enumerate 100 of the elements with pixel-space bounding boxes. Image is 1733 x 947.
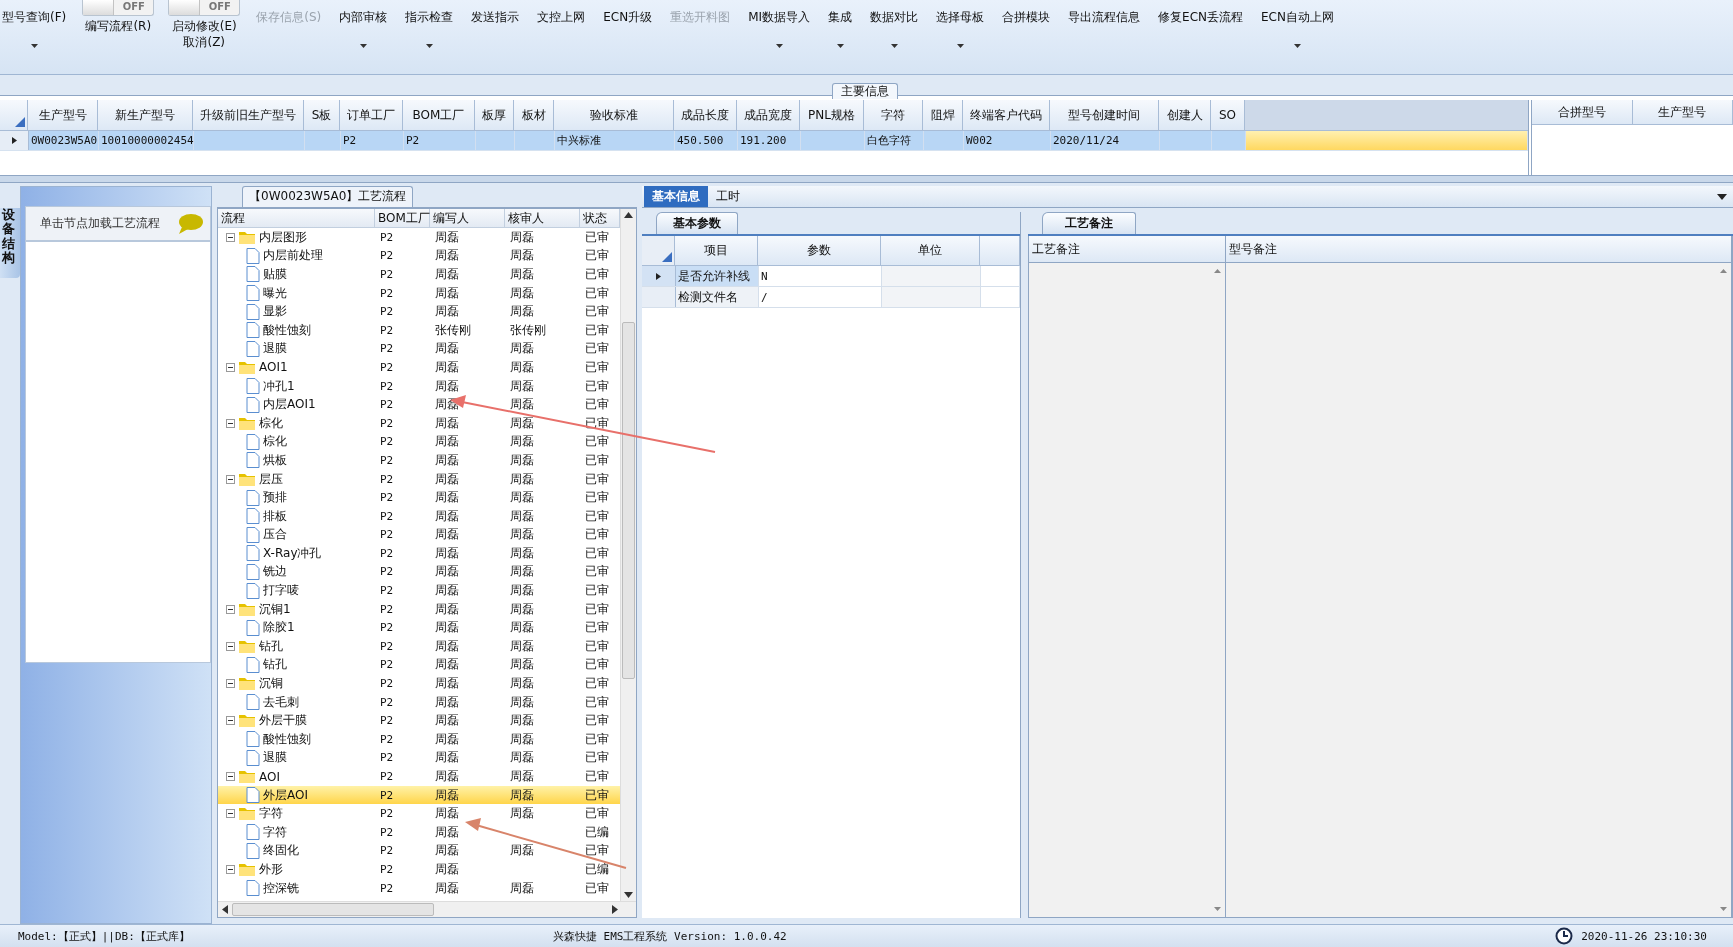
scroll-left-icon[interactable] bbox=[222, 905, 228, 914]
tree-row[interactable]: 外层干膜 P2 周磊 周磊 已审 bbox=[218, 711, 620, 731]
column-header[interactable]: 订单工厂 bbox=[340, 100, 403, 130]
column-header[interactable]: 成品长度 bbox=[674, 100, 737, 130]
toolbar-button[interactable]: 型号查询(F) bbox=[0, 9, 69, 25]
node-list[interactable] bbox=[25, 241, 211, 663]
tree-row[interactable]: 棕化 P2 周磊 周磊 已审 bbox=[218, 432, 620, 452]
focused-cell[interactable] bbox=[1246, 131, 1528, 150]
tree-row[interactable]: 除胶1 P2 周磊 周磊 已审 bbox=[218, 618, 620, 638]
toolbar-button[interactable]: 启动修改(E) bbox=[169, 18, 239, 34]
scrollbar[interactable] bbox=[620, 209, 636, 901]
tree-row[interactable]: 冲孔1 P2 周磊 周磊 已审 bbox=[218, 376, 620, 396]
tree-row[interactable]: 铣边 P2 周磊 周磊 已审 bbox=[218, 562, 620, 582]
tab[interactable]: 基本参数 bbox=[656, 212, 738, 234]
tree-row[interactable]: 棕化 P2 周磊 周磊 已审 bbox=[218, 413, 620, 433]
column-header[interactable]: 编写人 bbox=[430, 209, 505, 227]
tree-row[interactable]: X-Ray冲孔 P2 周磊 周磊 已审 bbox=[218, 544, 620, 563]
tree-row[interactable]: 钻孔 P2 周磊 周磊 已审 bbox=[218, 655, 620, 675]
tree-row[interactable]: 酸性蚀刻 P2 周磊 周磊 已审 bbox=[218, 730, 620, 749]
collapse-icon[interactable] bbox=[226, 772, 235, 781]
table-row[interactable]: 检测文件名 / bbox=[642, 287, 1020, 308]
toolbar-button[interactable]: ECN升级 bbox=[601, 9, 655, 25]
column-header[interactable]: 升级前旧生产型号 bbox=[193, 100, 304, 130]
column-header[interactable]: 板厚 bbox=[475, 100, 514, 130]
collapse-icon[interactable] bbox=[226, 418, 235, 428]
caret-icon[interactable] bbox=[890, 44, 898, 48]
column-header[interactable]: BOM工厂 bbox=[403, 100, 475, 130]
column-header[interactable]: 生产型号 bbox=[28, 100, 98, 130]
toolbar-button[interactable]: 取消(Z) bbox=[181, 34, 228, 50]
caret-icon[interactable] bbox=[956, 44, 964, 48]
collapse-icon[interactable] bbox=[226, 641, 235, 651]
collapse-icon[interactable] bbox=[226, 865, 235, 874]
caret-icon[interactable] bbox=[359, 44, 367, 48]
toolbar-button[interactable]: ECN自动上网 bbox=[1259, 9, 1336, 25]
collapse-icon[interactable] bbox=[226, 809, 235, 819]
toggle-switch[interactable]: OFF bbox=[168, 0, 241, 16]
toolbar-button[interactable]: 修复ECN丢流程 bbox=[1156, 9, 1246, 25]
side-tab[interactable]: 设备结构 bbox=[0, 208, 20, 278]
column-header[interactable]: 单位 bbox=[881, 236, 980, 265]
column-header[interactable]: BOM工厂 bbox=[375, 209, 430, 227]
tree-row[interactable]: 去毛刺 P2 周磊 周磊 已审 bbox=[218, 692, 620, 712]
column-header[interactable]: 成品宽度 bbox=[737, 100, 800, 130]
column-header[interactable]: PNL规格 bbox=[800, 100, 864, 130]
caret-icon[interactable] bbox=[1294, 44, 1301, 48]
column-header[interactable]: 参数 bbox=[758, 236, 881, 265]
toolbar-button[interactable]: 选择母板 bbox=[934, 9, 987, 25]
scroll-up-icon[interactable] bbox=[624, 212, 633, 218]
toolbar-button[interactable]: 集成 bbox=[826, 9, 855, 25]
tree-row[interactable]: 沉铜1 P2 周磊 周磊 已审 bbox=[218, 599, 620, 619]
tree-row[interactable]: 打字唛 P2 周磊 周磊 已审 bbox=[218, 581, 620, 600]
caret-icon[interactable] bbox=[30, 44, 38, 48]
column-header[interactable]: 流程 bbox=[218, 209, 375, 227]
scrollbar[interactable] bbox=[218, 901, 636, 917]
tree-row[interactable]: 显影 P2 周磊 周磊 已审 bbox=[218, 302, 620, 321]
column-header[interactable]: 验收标准 bbox=[554, 100, 674, 130]
collapse-icon[interactable] bbox=[226, 362, 235, 372]
toolbar-button[interactable]: 文控上网 bbox=[535, 9, 588, 25]
toolbar-button[interactable]: 编写流程(R) bbox=[83, 18, 154, 34]
toolbar-button[interactable]: 指示检查 bbox=[403, 9, 456, 25]
tree-row[interactable]: 退膜 P2 周磊 周磊 已审 bbox=[218, 339, 620, 359]
column-header[interactable]: 字符 bbox=[864, 100, 923, 130]
tree-row[interactable]: AOI P2 周磊 周磊 已审 bbox=[218, 767, 620, 786]
column-header[interactable]: 合拼型号 bbox=[1532, 100, 1633, 124]
tab[interactable]: 工时 bbox=[708, 186, 748, 207]
column-header[interactable]: 新生产型号 bbox=[98, 100, 193, 130]
tree-row[interactable]: 外层AOI P2 周磊 周磊 已审 bbox=[218, 785, 620, 805]
tree-row[interactable]: 钻孔 P2 周磊 周磊 已审 bbox=[218, 637, 620, 656]
caret-icon[interactable] bbox=[425, 44, 433, 48]
tree-row[interactable]: 控深铣 P2 周磊 周磊 已审 bbox=[218, 878, 620, 898]
collapse-icon[interactable] bbox=[226, 474, 235, 484]
tree-row[interactable]: 字符 P2 周磊 已编 bbox=[218, 823, 620, 842]
tree-row[interactable]: 沉铜 P2 周磊 周磊 已审 bbox=[218, 674, 620, 693]
toolbar-button[interactable]: 发送指示 bbox=[469, 9, 522, 25]
tab[interactable]: 基本信息 bbox=[644, 186, 708, 207]
table-row[interactable]: 是否允许补线 N bbox=[642, 266, 1020, 287]
toolbar-button[interactable]: MI数据导入 bbox=[746, 9, 813, 25]
tree-row[interactable]: AOI1 P2 周磊 周磊 已审 bbox=[218, 358, 620, 377]
collapse-icon[interactable] bbox=[226, 232, 235, 242]
table-row[interactable]: 0W0023W5A0 10010000002454 P2 P2 中兴标准 450.500 191.200 白色字符 W002 2020/11/24 bbox=[0, 131, 1528, 151]
row-header[interactable] bbox=[642, 266, 676, 286]
toolbar-button[interactable]: 导出流程信息 bbox=[1066, 9, 1143, 25]
column-header[interactable]: 阻焊 bbox=[923, 100, 963, 130]
toolbar-button[interactable]: 合拼模块 bbox=[1000, 9, 1053, 25]
collapse-icon[interactable] bbox=[226, 679, 235, 689]
tab[interactable]: 工艺备注 bbox=[1042, 212, 1136, 234]
tree-row[interactable]: 终固化 P2 周磊 周磊 已审 bbox=[218, 841, 620, 861]
collapse-icon[interactable] bbox=[226, 716, 235, 726]
tree-row[interactable]: 预排 P2 周磊 周磊 已审 bbox=[218, 488, 620, 507]
column-header[interactable]: S板 bbox=[304, 100, 340, 130]
scroll-right-icon[interactable] bbox=[612, 905, 618, 914]
column-header[interactable]: 终端客户代码 bbox=[963, 100, 1050, 130]
tree-row[interactable]: 内层前处理 P2 周磊 周磊 已审 bbox=[218, 246, 620, 266]
tree-row[interactable]: 字符 P2 周磊 周磊 已审 bbox=[218, 804, 620, 823]
caret-icon[interactable] bbox=[775, 44, 783, 48]
tree-row[interactable]: 曝光 P2 周磊 周磊 已审 bbox=[218, 283, 620, 303]
column-header[interactable]: 板材 bbox=[514, 100, 554, 130]
toolbar-button[interactable]: 内部审核 bbox=[337, 9, 390, 25]
toolbar-button[interactable]: 数据对比 bbox=[868, 9, 921, 25]
tree-row[interactable]: 外形 P2 周磊 已编 bbox=[218, 860, 620, 879]
caret-icon[interactable] bbox=[836, 44, 844, 48]
